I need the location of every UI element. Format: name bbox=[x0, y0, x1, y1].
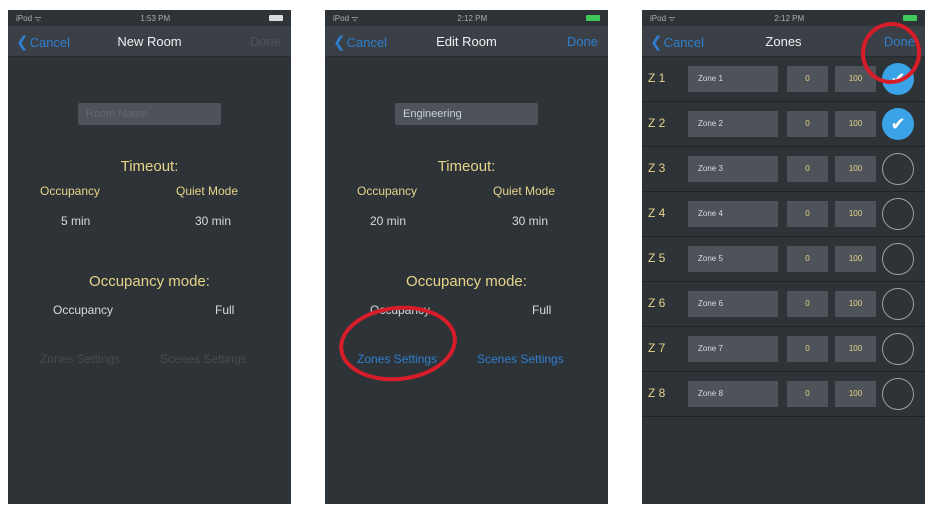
zones-screen: iPod ᯤ 2:12 PM ❮Cancel Zones Done Z 1 Zo… bbox=[642, 10, 925, 504]
status-time: 2:12 PM bbox=[774, 13, 805, 23]
zone-max-field[interactable]: 100 bbox=[835, 336, 876, 362]
zone-name-field[interactable]: Zone 8 bbox=[688, 381, 778, 407]
scenes-settings-link[interactable]: Scenes Settings bbox=[160, 352, 247, 366]
page-title: Edit Room bbox=[436, 34, 497, 49]
zone-min-field[interactable]: 0 bbox=[787, 156, 828, 182]
zone-toggle-circle[interactable] bbox=[882, 378, 914, 410]
zones-settings-link[interactable]: Zones Settings bbox=[40, 352, 120, 366]
room-form: Timeout: Occupancy Quiet Mode 5 min 30 m… bbox=[8, 57, 291, 504]
zone-name-field[interactable]: Zone 4 bbox=[688, 201, 778, 227]
zone-toggle-circle[interactable] bbox=[882, 243, 914, 275]
zone-name-field[interactable]: Zone 3 bbox=[688, 156, 778, 182]
zone-min-field[interactable]: 0 bbox=[787, 201, 828, 227]
quiet-mode-label: Quiet Mode bbox=[493, 184, 556, 198]
zone-toggle-circle[interactable] bbox=[882, 198, 914, 230]
zone-row: Z 5 Zone 5 0 100 bbox=[642, 237, 925, 282]
status-bar: iPod ᯤ 1:53 PM bbox=[8, 10, 291, 26]
zone-row: Z 4 Zone 4 0 100 bbox=[642, 192, 925, 237]
zone-max-field[interactable]: 100 bbox=[835, 156, 876, 182]
done-button[interactable]: Done bbox=[250, 34, 281, 49]
zone-label: Z 5 bbox=[648, 251, 666, 265]
occupancy-mode-value[interactable]: Full bbox=[532, 303, 551, 317]
zone-max-field[interactable]: 100 bbox=[835, 111, 876, 137]
navigation-bar: ❮Cancel New Room Done bbox=[8, 26, 291, 57]
occupancy-timeout-label: Occupancy bbox=[40, 184, 101, 198]
timeout-heading: Timeout: bbox=[437, 158, 496, 175]
status-bar: iPod ᯤ 2:12 PM bbox=[325, 10, 608, 26]
quiet-mode-label: Quiet Mode bbox=[176, 184, 239, 198]
zone-label: Z 4 bbox=[648, 206, 666, 220]
zone-label: Z 1 bbox=[648, 71, 666, 85]
quiet-mode-value[interactable]: 30 min bbox=[195, 214, 231, 228]
zone-name-field[interactable]: Zone 7 bbox=[688, 336, 778, 362]
zone-min-field[interactable]: 0 bbox=[787, 246, 828, 272]
zone-min-field[interactable]: 0 bbox=[787, 336, 828, 362]
zone-max-field[interactable]: 100 bbox=[835, 381, 876, 407]
zone-name-field[interactable]: Zone 1 bbox=[688, 66, 778, 92]
zone-label: Z 7 bbox=[648, 341, 666, 355]
timeout-heading: Timeout: bbox=[120, 158, 179, 175]
zone-label: Z 2 bbox=[648, 116, 666, 130]
zone-name-field[interactable]: Zone 2 bbox=[688, 111, 778, 137]
scenes-settings-link[interactable]: Scenes Settings bbox=[477, 352, 564, 366]
done-button[interactable]: Done bbox=[567, 34, 598, 49]
status-time: 1:53 PM bbox=[140, 13, 171, 23]
zone-row: Z 3 Zone 3 0 100 bbox=[642, 147, 925, 192]
occupancy-mode-label[interactable]: Occupancy bbox=[53, 303, 113, 317]
zone-max-field[interactable]: 100 bbox=[835, 246, 876, 272]
zones-list: Z 1 Zone 1 0 100 ✔ Z 2 Zone 2 0 100 ✔ Z … bbox=[642, 57, 925, 504]
zone-max-field[interactable]: 100 bbox=[835, 291, 876, 317]
edit-room-screen: iPod ᯤ 2:12 PM ❮Cancel Edit Room Done Ti… bbox=[325, 10, 608, 504]
zone-label: Z 8 bbox=[648, 386, 666, 400]
zone-name-field[interactable]: Zone 6 bbox=[688, 291, 778, 317]
new-room-screen: iPod ᯤ 1:53 PM ❮Cancel New Room Done Tim… bbox=[8, 10, 291, 504]
zone-min-field[interactable]: 0 bbox=[787, 111, 828, 137]
zone-row: Z 2 Zone 2 0 100 ✔ bbox=[642, 102, 925, 147]
occupancy-timeout-label: Occupancy bbox=[357, 184, 418, 198]
zone-min-field[interactable]: 0 bbox=[787, 66, 828, 92]
carrier-wifi-icon: iPod ᯤ bbox=[650, 13, 676, 23]
room-form: Timeout: Occupancy Quiet Mode 20 min 30 … bbox=[325, 57, 608, 504]
carrier-wifi-icon: iPod ᯤ bbox=[16, 13, 42, 23]
quiet-mode-value[interactable]: 30 min bbox=[512, 214, 548, 228]
occupancy-timeout-value[interactable]: 5 min bbox=[61, 214, 90, 228]
battery-icon bbox=[269, 15, 283, 21]
occupancy-mode-heading: Occupancy mode: bbox=[89, 273, 210, 290]
zone-toggle-circle[interactable] bbox=[882, 153, 914, 185]
zone-label: Z 3 bbox=[648, 161, 666, 175]
occupancy-mode-heading: Occupancy mode: bbox=[406, 273, 527, 290]
carrier-wifi-icon: iPod ᯤ bbox=[333, 13, 359, 23]
zone-toggle-circle[interactable] bbox=[882, 288, 914, 320]
zone-row: Z 6 Zone 6 0 100 bbox=[642, 282, 925, 327]
zone-min-field[interactable]: 0 bbox=[787, 381, 828, 407]
zone-min-field[interactable]: 0 bbox=[787, 291, 828, 317]
zone-label: Z 6 bbox=[648, 296, 666, 310]
battery-icon bbox=[903, 15, 917, 21]
room-name-input[interactable] bbox=[78, 103, 221, 125]
zone-max-field[interactable]: 100 bbox=[835, 201, 876, 227]
zone-toggle-circle[interactable] bbox=[882, 333, 914, 365]
navigation-bar: ❮Cancel Edit Room Done bbox=[325, 26, 608, 57]
battery-icon bbox=[586, 15, 600, 21]
page-title: New Room bbox=[117, 34, 182, 49]
zone-name-field[interactable]: Zone 5 bbox=[688, 246, 778, 272]
room-name-input[interactable] bbox=[395, 103, 538, 125]
occupancy-mode-value[interactable]: Full bbox=[215, 303, 234, 317]
occupancy-timeout-value[interactable]: 20 min bbox=[370, 214, 406, 228]
zone-checkmark-icon[interactable]: ✔ bbox=[882, 108, 914, 140]
zone-row: Z 8 Zone 8 0 100 bbox=[642, 372, 925, 417]
status-time: 2:12 PM bbox=[457, 13, 488, 23]
zone-row: Z 7 Zone 7 0 100 bbox=[642, 327, 925, 372]
